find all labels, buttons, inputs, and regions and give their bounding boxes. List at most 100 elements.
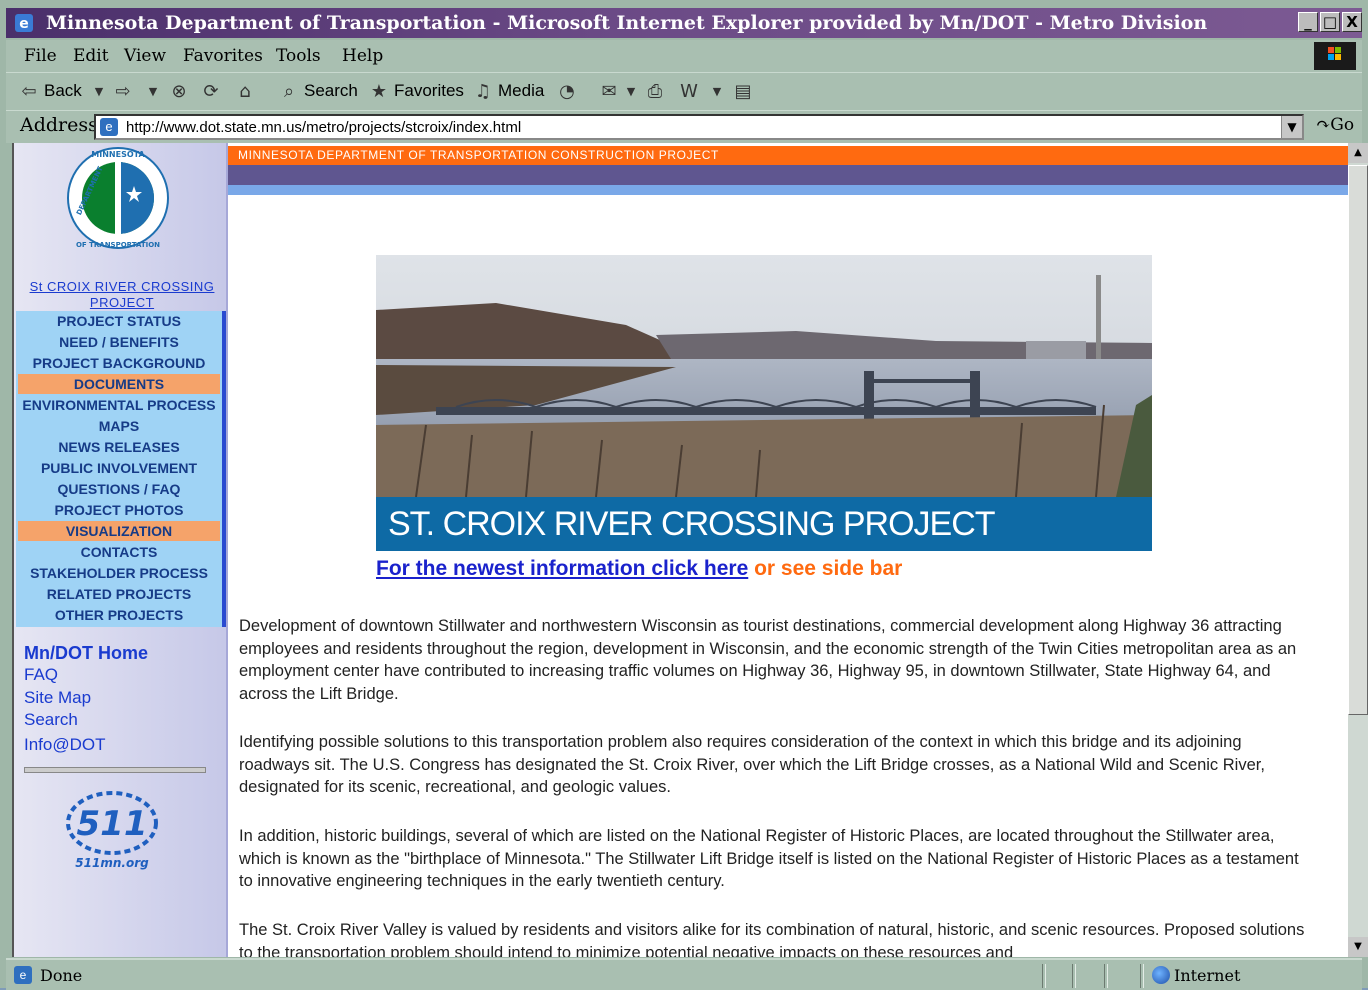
go-arrow-icon: ↷: [1316, 115, 1331, 135]
title-bar: e Minnesota Department of Transportation…: [6, 8, 1362, 38]
top-banner: MINNESOTA DEPARTMENT OF TRANSPORTATION C…: [228, 146, 1350, 165]
nav-other-projects[interactable]: OTHER PROJECTS: [18, 605, 220, 625]
bridge-photo: [376, 255, 1152, 498]
511-logo-number: 511: [77, 804, 148, 844]
menu-view[interactable]: View: [124, 46, 166, 66]
status-text: Done: [40, 966, 83, 985]
address-input[interactable]: e http://www.dot.state.mn.us/metro/proje…: [94, 114, 1304, 140]
back-dropdown-icon[interactable]: ▼: [88, 81, 110, 103]
paragraph-valley: The St. Croix River Valley is valued by …: [239, 921, 1305, 957]
sidebar-divider: [24, 767, 206, 773]
edit-icon[interactable]: W: [678, 81, 700, 103]
search-button[interactable]: Search: [304, 81, 358, 101]
address-label: Address: [20, 114, 98, 136]
back-arrow-icon[interactable]: ⇦: [18, 81, 40, 103]
paragraph-development: Development of downtown Stillwater and n…: [239, 617, 1297, 703]
menu-edit[interactable]: Edit: [73, 46, 109, 66]
banner-purple-stripe: [228, 165, 1350, 185]
page-icon: e: [100, 118, 118, 136]
link-mndot-home[interactable]: Mn/DOT Home: [24, 643, 148, 664]
nav-contacts[interactable]: CONTACTS: [18, 542, 220, 562]
newest-info-link[interactable]: For the newest information click here: [376, 557, 748, 580]
status-divider: [1140, 964, 1144, 988]
status-bar: e Done Internet: [6, 958, 1362, 990]
page-status-icon: e: [14, 966, 32, 984]
menu-bar: File Edit View Favorites Tools Help: [6, 40, 1362, 72]
logo-text-bottom: OF TRANSPORTATION: [76, 241, 160, 249]
toolbar: ⇦ Back ▼ ⇨ ▼ ⊗ ⟳ ⌂ ⌕ Search ★ Favorites …: [6, 72, 1362, 111]
scroll-up-icon[interactable]: ▲: [1348, 143, 1368, 163]
nav-project-status[interactable]: PROJECT STATUS: [18, 311, 220, 331]
hero-image: ST. CROIX RIVER CROSSING PROJECT: [376, 255, 1152, 551]
nav-environmental-process[interactable]: ENVIRONMENTAL PROCESS: [18, 395, 220, 415]
address-dropdown-icon[interactable]: ▼: [1281, 116, 1302, 138]
paragraph-solutions: Identifying possible solutions to this t…: [239, 733, 1265, 796]
menu-help[interactable]: Help: [342, 46, 383, 66]
sidebar: MINNESOTA DEPARTMENT OF TRANSPORTATION S…: [14, 143, 228, 957]
nav-visualization[interactable]: VISUALIZATION: [18, 521, 220, 541]
refresh-icon[interactable]: ⟳: [200, 81, 222, 103]
back-button[interactable]: Back: [44, 81, 82, 101]
scroll-down-icon[interactable]: ▼: [1348, 937, 1368, 957]
paragraph-historic: In addition, historic buildings, several…: [239, 827, 1299, 890]
sidebar-nav: PROJECT STATUS NEED / BENEFITS PROJECT B…: [16, 311, 226, 627]
ie-icon: e: [15, 14, 33, 32]
logo-text-top: MINNESOTA: [91, 150, 145, 159]
forward-arrow-icon[interactable]: ⇨: [112, 81, 134, 103]
menu-file[interactable]: File: [24, 46, 57, 66]
address-url[interactable]: http://www.dot.state.mn.us/metro/project…: [126, 119, 521, 136]
history-icon[interactable]: ◔: [556, 81, 578, 103]
nav-news-releases[interactable]: NEWS RELEASES: [18, 437, 220, 457]
security-zone: Internet: [1174, 966, 1241, 985]
favorites-button[interactable]: Favorites: [394, 81, 464, 101]
scroll-thumb[interactable]: [1348, 165, 1368, 715]
mndot-logo: MINNESOTA DEPARTMENT OF TRANSPORTATION: [67, 147, 169, 249]
nav-documents[interactable]: DOCUMENTS: [18, 374, 220, 394]
discuss-icon[interactable]: ▤: [732, 81, 754, 103]
window-title: Minnesota Department of Transportation -…: [46, 12, 1208, 34]
nav-maps[interactable]: MAPS: [18, 416, 220, 436]
sidebar-project-title[interactable]: St CROIX RIVER CROSSING PROJECT: [24, 279, 220, 311]
511-logo[interactable]: 511 511mn.org: [62, 785, 162, 875]
search-icon[interactable]: ⌕: [278, 81, 300, 103]
main-content: MINNESOTA DEPARTMENT OF TRANSPORTATION C…: [228, 143, 1350, 957]
newest-info-suffix: or see side bar: [748, 557, 903, 580]
media-button[interactable]: Media: [498, 81, 544, 101]
favorites-icon[interactable]: ★: [368, 81, 390, 103]
minimize-button[interactable]: _: [1298, 12, 1318, 32]
nav-stakeholder-process[interactable]: STAKEHOLDER PROCESS: [18, 563, 220, 583]
link-site-map[interactable]: Site Map: [24, 688, 91, 708]
mail-icon[interactable]: ✉: [598, 81, 620, 103]
link-search[interactable]: Search: [24, 710, 78, 730]
link-info-dot[interactable]: Info@DOT: [24, 735, 106, 755]
address-bar: Address e http://www.dot.state.mn.us/met…: [6, 110, 1362, 143]
status-divider: [1042, 964, 1046, 988]
media-icon[interactable]: ♫: [472, 81, 494, 103]
vertical-scrollbar[interactable]: ▲ ▼: [1348, 143, 1368, 957]
nav-need-benefits[interactable]: NEED / BENEFITS: [18, 332, 220, 352]
edit-dropdown-icon[interactable]: ▼: [706, 81, 728, 103]
nav-related-projects[interactable]: RELATED PROJECTS: [18, 584, 220, 604]
mail-dropdown-icon[interactable]: ▼: [620, 81, 642, 103]
maximize-button[interactable]: □: [1320, 12, 1340, 32]
go-button[interactable]: ↷Go: [1316, 115, 1354, 135]
home-icon[interactable]: ⌂: [234, 81, 256, 103]
status-divider: [1072, 964, 1076, 988]
511-logo-url: 511mn.org: [75, 856, 149, 870]
status-divider: [1104, 964, 1108, 988]
menu-tools[interactable]: Tools: [276, 46, 321, 66]
banner-blue-stripe: [228, 185, 1350, 195]
nav-questions-faq[interactable]: QUESTIONS / FAQ: [18, 479, 220, 499]
newest-info: For the newest information click here or…: [376, 557, 902, 581]
nav-public-involvement[interactable]: PUBLIC INVOLVEMENT: [18, 458, 220, 478]
nav-project-background[interactable]: PROJECT BACKGROUND: [18, 353, 220, 373]
menu-favorites[interactable]: Favorites: [183, 46, 263, 66]
nav-project-photos[interactable]: PROJECT PHOTOS: [18, 500, 220, 520]
browser-window: e Minnesota Department of Transportation…: [0, 0, 1368, 990]
stop-icon[interactable]: ⊗: [168, 81, 190, 103]
close-button[interactable]: X: [1342, 12, 1362, 32]
print-icon[interactable]: ⎙: [644, 81, 666, 103]
page-viewport: MINNESOTA DEPARTMENT OF TRANSPORTATION S…: [12, 143, 1350, 957]
forward-dropdown-icon[interactable]: ▼: [142, 81, 164, 103]
link-faq[interactable]: FAQ: [24, 665, 58, 685]
